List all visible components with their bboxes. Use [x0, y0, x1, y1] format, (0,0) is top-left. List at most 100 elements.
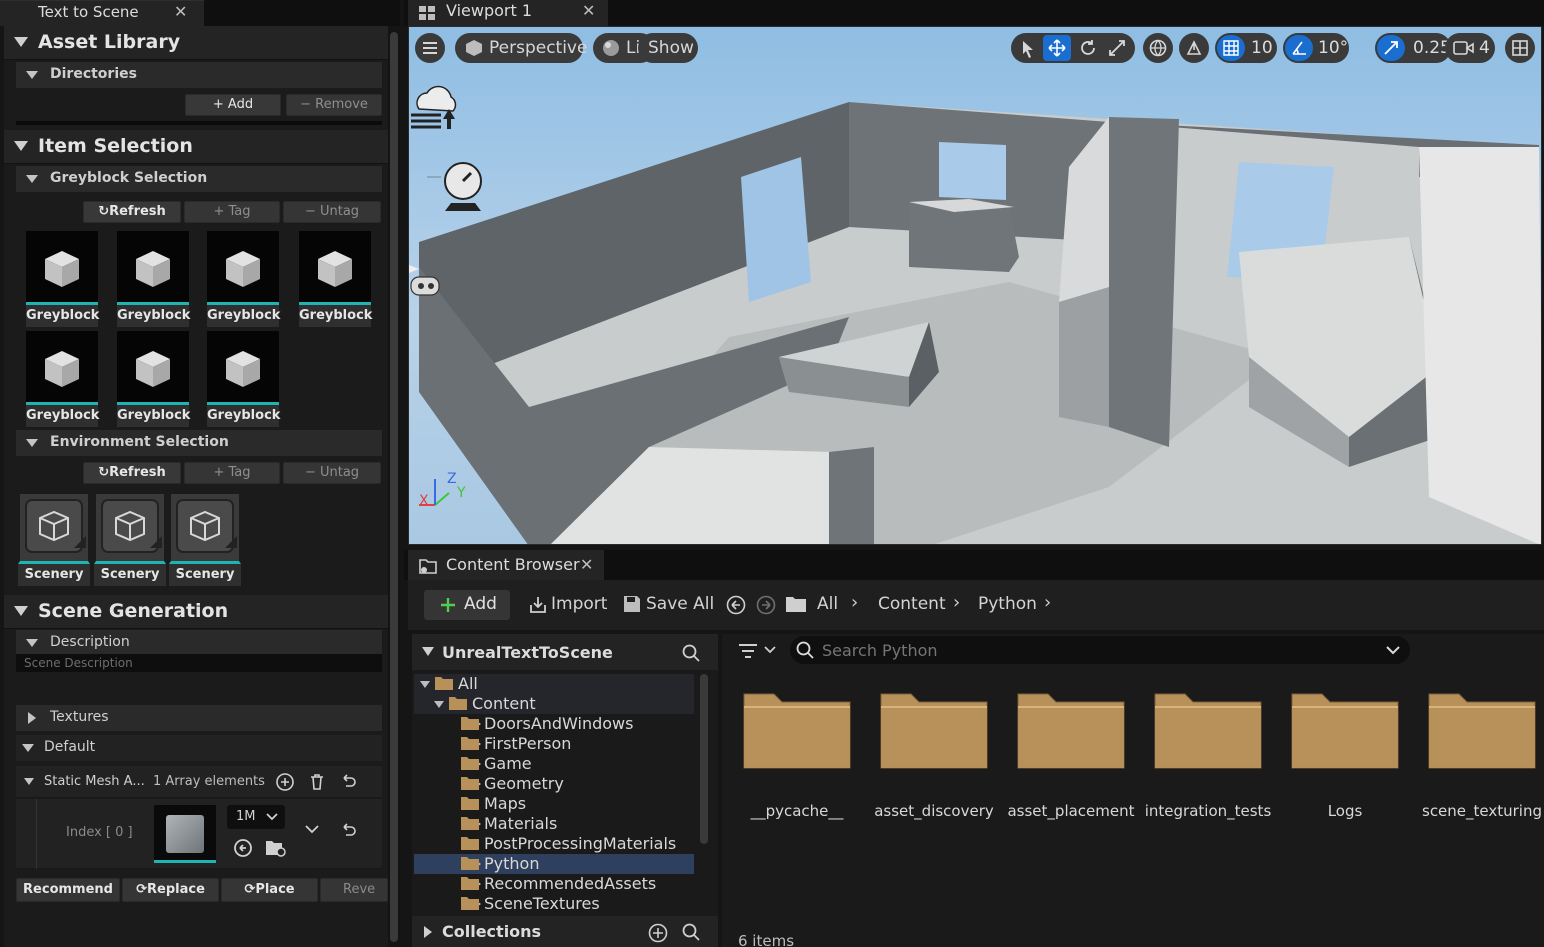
- subsection-environment-selection[interactable]: Environment Selection: [16, 430, 382, 456]
- folder-item[interactable]: Logs: [1290, 688, 1400, 820]
- camera-speed-button[interactable]: 4: [1445, 33, 1495, 63]
- rotation-snap-toggle[interactable]: [1285, 35, 1313, 61]
- greyblock-item[interactable]: Greyblock: [117, 231, 190, 327]
- revert-button[interactable]: Reve: [320, 878, 388, 902]
- back-icon[interactable]: [726, 595, 746, 615]
- folder-item[interactable]: __pycache__: [742, 688, 852, 820]
- replace-button[interactable]: ⟳Replace: [122, 878, 219, 902]
- tree-item[interactable]: Materials: [414, 814, 694, 834]
- translate-tool-button[interactable]: [1043, 35, 1071, 61]
- remove-directory-button[interactable]: − Remove: [286, 94, 382, 116]
- section-scene-generation[interactable]: Scene Generation: [4, 595, 388, 629]
- tree-item[interactable]: Content: [414, 694, 694, 714]
- add-button[interactable]: Add: [424, 590, 510, 620]
- trash-icon[interactable]: [308, 772, 326, 792]
- scale-icon[interactable]: [1108, 39, 1126, 57]
- add-directory-button[interactable]: + Add: [185, 94, 281, 116]
- recommend-button[interactable]: Recommend: [16, 878, 120, 902]
- chevron-right-icon[interactable]: ›: [851, 592, 858, 613]
- reset-arrow-icon[interactable]: [338, 772, 358, 792]
- refresh-greyblock-button[interactable]: ↻Refresh: [83, 201, 181, 223]
- scenery-item[interactable]: Scenery: [169, 492, 241, 588]
- close-icon[interactable]: ✕: [174, 2, 187, 21]
- folder-item[interactable]: asset_discovery: [874, 688, 994, 820]
- scrollbar-thumb[interactable]: [390, 32, 398, 942]
- tree-item[interactable]: Maps: [414, 794, 694, 814]
- search-icon[interactable]: [682, 644, 700, 662]
- tab-content-browser[interactable]: Content Browser ✕: [408, 550, 604, 580]
- left-panel-scrollbar[interactable]: [388, 26, 400, 947]
- subsection-description[interactable]: Description: [16, 630, 382, 656]
- browse-to-asset-icon[interactable]: [232, 837, 254, 859]
- untag-environment-button[interactable]: − Untag: [283, 462, 381, 484]
- tree-item[interactable]: Geometry: [414, 774, 694, 794]
- rotate-icon[interactable]: [1079, 39, 1097, 57]
- forward-icon[interactable]: [756, 595, 776, 615]
- search-input[interactable]: [822, 639, 1362, 661]
- subsection-directories[interactable]: Directories: [16, 62, 382, 88]
- subsection-textures[interactable]: Textures: [16, 705, 382, 731]
- scale-snap-toggle[interactable]: [1377, 35, 1405, 61]
- folder-item[interactable]: asset_placement: [1007, 688, 1135, 820]
- greyblock-item[interactable]: Greyblock: [299, 231, 372, 327]
- scenery-item[interactable]: Scenery: [94, 492, 166, 588]
- untag-greyblock-button[interactable]: − Untag: [283, 201, 381, 223]
- tree-item[interactable]: PostProcessingMaterials: [414, 834, 694, 854]
- tree-item[interactable]: Game: [414, 754, 694, 774]
- chevron-down-icon[interactable]: [1386, 646, 1400, 655]
- reset-arrow-icon[interactable]: [338, 821, 358, 841]
- grid-snap-control[interactable]: 10: [1215, 33, 1277, 63]
- search-box[interactable]: [790, 636, 1410, 664]
- add-element-icon[interactable]: [275, 772, 295, 792]
- tag-greyblock-button[interactable]: + Tag: [184, 201, 280, 223]
- filter-icon[interactable]: [738, 643, 758, 659]
- tree-item[interactable]: All: [414, 674, 694, 694]
- section-asset-library[interactable]: Asset Library: [4, 26, 388, 60]
- surface-snap-button[interactable]: [1179, 33, 1209, 63]
- subsection-greyblock-selection[interactable]: Greyblock Selection: [16, 166, 382, 192]
- world-local-button[interactable]: [1143, 33, 1173, 63]
- scale-snap-control[interactable]: 0.25: [1375, 33, 1451, 63]
- chevron-right-icon[interactable]: ›: [953, 592, 960, 613]
- tree-item[interactable]: Python: [414, 854, 694, 874]
- close-icon[interactable]: ✕: [582, 1, 595, 20]
- tag-environment-button[interactable]: + Tag: [184, 462, 280, 484]
- mesh-dropdown[interactable]: 1M: [227, 805, 285, 829]
- close-icon[interactable]: ✕: [580, 555, 593, 574]
- greyblock-item[interactable]: Greyblock: [26, 231, 99, 327]
- breadcrumb-item[interactable]: Python: [978, 594, 1037, 614]
- perspective-button[interactable]: Perspective: [455, 33, 587, 63]
- collapse-arrow-icon[interactable]: [420, 681, 430, 688]
- folder-item[interactable]: scene_texturing: [1422, 688, 1542, 820]
- collections-header[interactable]: Collections: [412, 916, 718, 947]
- viewport-menu-button[interactable]: [415, 33, 445, 63]
- show-button[interactable]: Show: [638, 33, 698, 63]
- mesh-thumbnail[interactable]: [154, 805, 216, 863]
- tree-item[interactable]: SceneTextures: [414, 894, 694, 914]
- greyblock-item[interactable]: Greyblock: [207, 331, 280, 427]
- tree-scrollbar-thumb[interactable]: [700, 674, 708, 844]
- scenery-item[interactable]: Scenery: [18, 492, 90, 588]
- chevron-right-icon[interactable]: ›: [1044, 592, 1051, 613]
- grid-snap-toggle[interactable]: [1217, 35, 1245, 61]
- find-in-browser-icon[interactable]: [264, 837, 288, 859]
- greyblock-item[interactable]: Greyblock: [117, 331, 190, 427]
- search-icon[interactable]: [682, 923, 700, 941]
- select-arrow-icon[interactable]: [1021, 40, 1035, 58]
- tab-text-to-scene[interactable]: Text to Scene ✕: [0, 0, 204, 26]
- chevron-down-icon[interactable]: [305, 825, 319, 835]
- place-button[interactable]: ⟳Place: [221, 878, 318, 902]
- tree-item[interactable]: DoorsAndWindows: [414, 714, 694, 734]
- viewport-layout-button[interactable]: [1505, 33, 1535, 63]
- breadcrumb-item[interactable]: All: [817, 594, 838, 614]
- greyblock-item[interactable]: Greyblock: [207, 231, 280, 327]
- tab-viewport-1[interactable]: Viewport 1 ✕: [408, 0, 608, 26]
- rotation-snap-control[interactable]: 10°: [1283, 33, 1349, 63]
- subsection-default[interactable]: Default: [16, 735, 382, 761]
- tree-item[interactable]: FirstPerson: [414, 734, 694, 754]
- breadcrumb-item[interactable]: Content: [878, 594, 946, 614]
- level-viewport[interactable]: X Y Z Perspective Lit Show 10 10° 0.25 4: [408, 26, 1542, 545]
- tree-header[interactable]: UnrealTextToScene: [412, 634, 718, 670]
- greyblock-item[interactable]: Greyblock: [26, 331, 99, 427]
- scene-description-input[interactable]: Scene Description: [16, 654, 382, 672]
